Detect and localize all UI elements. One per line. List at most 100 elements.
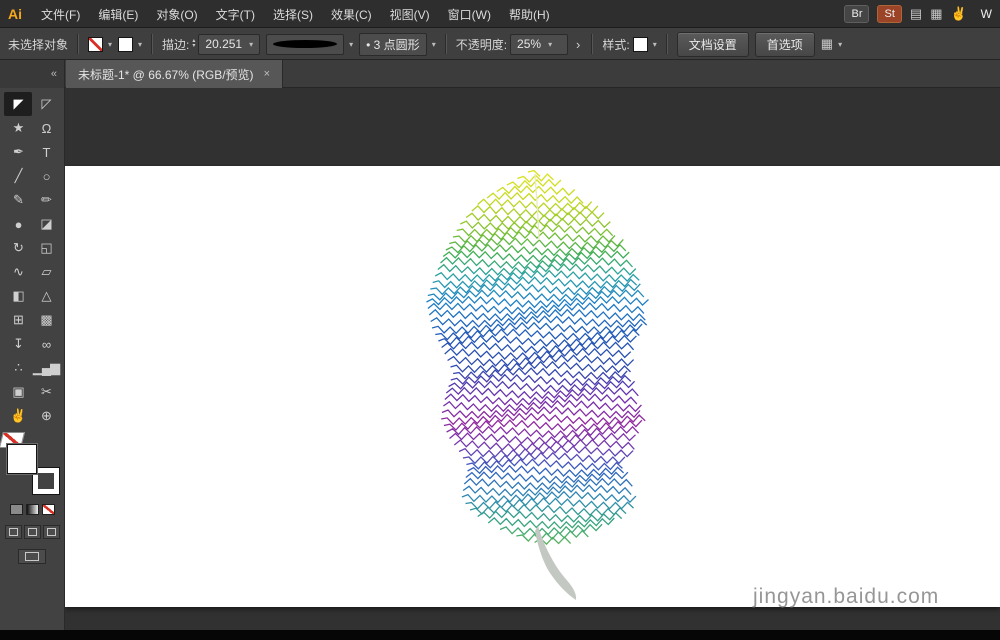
gradient-tool[interactable]: ▩ [32,308,60,332]
color-type-buttons [10,504,55,515]
direct-selection-tool[interactable]: ◸ [32,92,60,116]
menu-item[interactable]: 对象(O) [147,2,206,27]
mesh-tool[interactable]: ⊞ [4,308,32,332]
selection-tool[interactable]: ◤ [4,92,32,116]
tool-icon: ⊕ [41,408,51,424]
menu-item[interactable]: 效果(C) [322,2,381,27]
variable-width-profile-control[interactable]: ▾ [266,34,353,55]
zoom-tool[interactable]: ⊕ [32,404,60,428]
stroke-weight-control: 描边: ▴ ▾ 20.251 ▾ [162,34,260,55]
menu-item[interactable]: 文字(T) [207,2,264,27]
fill-stroke-widget [5,442,59,494]
separator [591,34,593,54]
document-tab[interactable]: 未标题-1* @ 66.67% (RGB/预览) × [66,60,283,88]
tool-icon: ● [15,217,22,232]
fill-proxy-swatch[interactable] [7,444,37,474]
align-grid-icon[interactable]: ▦ [821,36,833,52]
tool-icon: ★ [13,120,24,136]
style-swatch-icon[interactable] [633,37,648,52]
menu-item[interactable]: 选择(S) [264,2,322,27]
chevron-down-icon[interactable]: ▾ [249,40,253,49]
close-tab-icon[interactable]: × [264,68,270,80]
tool-icon: ∞ [42,337,50,352]
free-transform-tool[interactable]: ▱ [32,260,60,284]
draw-normal-button[interactable] [5,525,22,539]
color-button[interactable] [10,504,23,515]
scale-tool[interactable]: ◱ [32,236,60,260]
brush-definition-value[interactable]: • 3 点圆形 [366,36,420,53]
menu-item[interactable]: 编辑(E) [89,2,147,27]
opacity-field[interactable]: 25% ▾ [510,34,568,55]
tools-panel: ◤ ◸ ★ Ω ✒ [0,88,65,630]
chevron-down-icon[interactable]: ▾ [838,40,842,49]
chevron-down-icon[interactable]: ▾ [548,40,552,49]
document-tab-title[interactable]: 未标题-1* @ 66.67% (RGB/预览) [78,66,254,83]
stroke-color-control[interactable]: ▾ [118,37,142,52]
column-graph-tool[interactable]: ▁▄▆ [32,356,60,380]
panel-expand-icon[interactable]: › [574,37,582,52]
collapse-panel-icon[interactable]: « [51,68,57,80]
symbol-sprayer-tool[interactable]: ∴ [4,356,32,380]
arrange-documents-icon[interactable]: ▦ [930,6,942,22]
eraser-tool[interactable]: ◪ [32,212,60,236]
opacity-value[interactable]: 25% [517,37,541,51]
stock-button[interactable]: St [877,5,901,23]
selection-status-label: 未选择对象 [8,36,68,53]
slice-tool[interactable]: ✂ [32,380,60,404]
spinner-down-icon[interactable]: ▾ [192,44,195,49]
draw-inside-button[interactable] [43,525,60,539]
chevron-down-icon[interactable]: ▾ [653,40,657,49]
preferences-button[interactable]: 首选项 [755,32,815,57]
blob-brush-tool[interactable]: ● [4,212,32,236]
rotate-tool[interactable]: ↻ [4,236,32,260]
menu-item[interactable]: 文件(F) [32,2,89,27]
eyedropper-tool[interactable]: ↧ [4,332,32,356]
fill-color-control[interactable]: ▾ [88,37,112,52]
brush-definition-well[interactable]: • 3 点圆形 [359,33,427,56]
hand-logo-icon: ✌ [950,6,966,22]
artboard[interactable] [65,166,1000,607]
chevron-down-icon[interactable]: ▾ [108,40,112,49]
chevron-down-icon[interactable]: ▾ [432,40,436,49]
stroke-weight-field[interactable]: 20.251 ▾ [198,34,260,55]
stroke-swatch-icon[interactable] [118,37,133,52]
draw-behind-button[interactable] [24,525,41,539]
hand-tool[interactable]: ✌ [4,404,32,428]
paintbrush-tool[interactable]: ✎ [4,188,32,212]
tool-icon: ○ [43,169,50,184]
align-menu-control[interactable]: ▦ ▾ [821,36,842,52]
gradient-button[interactable] [26,504,39,515]
document-setup-button[interactable]: 文档设置 [677,32,749,57]
screen-mode-button[interactable] [18,549,46,564]
opacity-label: 不透明度: [456,36,507,53]
line-segment-tool[interactable]: ╱ [4,164,32,188]
menu-item[interactable]: 帮助(H) [500,2,559,27]
chevron-down-icon[interactable]: ▾ [138,40,142,49]
bridge-button[interactable]: Br [844,5,869,23]
pencil-tool[interactable]: ✏ [32,188,60,212]
menu-item[interactable]: 视图(V) [381,2,439,27]
tool-icon: ◧ [12,288,23,304]
blend-tool[interactable]: ∞ [32,332,60,356]
perspective-grid-tool[interactable]: △ [32,284,60,308]
stroke-weight-value[interactable]: 20.251 [205,37,242,51]
tool-icon: Ω [42,121,51,136]
pen-tool[interactable]: ✒ [4,140,32,164]
lasso-tool[interactable]: Ω [32,116,60,140]
stroke-weight-stepper[interactable]: ▴ ▾ [192,39,195,49]
tool-icon: ╱ [15,168,22,184]
menu-item[interactable]: 窗口(W) [439,2,500,27]
none-button[interactable] [42,504,55,515]
opacity-control: 不透明度: 25% ▾ [456,34,568,55]
type-tool[interactable]: T [32,140,60,164]
workspace-switcher-icon[interactable]: ▤ [910,6,922,22]
width-profile-well[interactable] [266,34,344,55]
brush-definition-control[interactable]: • 3 点圆形 ▾ [359,33,436,56]
magic-wand-tool[interactable]: ★ [4,116,32,140]
fill-swatch-icon[interactable] [88,37,103,52]
width-tool[interactable]: ∿ [4,260,32,284]
chevron-down-icon[interactable]: ▾ [349,40,353,49]
artboard-tool[interactable]: ▣ [4,380,32,404]
ellipse-tool[interactable]: ○ [32,164,60,188]
shape-builder-tool[interactable]: ◧ [4,284,32,308]
